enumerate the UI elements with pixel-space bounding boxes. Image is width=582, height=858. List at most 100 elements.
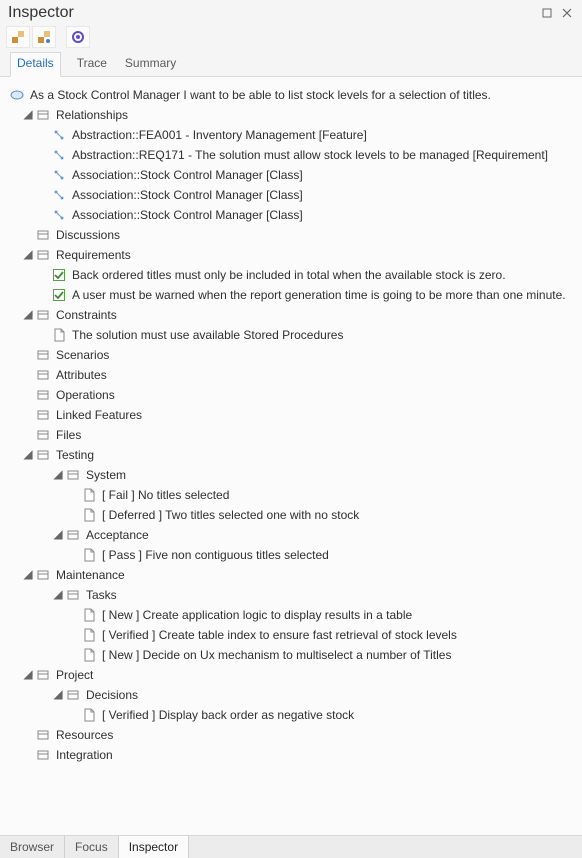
relationship-item[interactable]: Association::Stock Control Manager [Clas… bbox=[6, 165, 576, 185]
expander-icon[interactable]: ◢ bbox=[52, 687, 64, 701]
expander-icon[interactable]: ◢ bbox=[22, 107, 34, 121]
relationships-label: Relationships bbox=[56, 108, 128, 122]
check-icon bbox=[52, 268, 66, 282]
link-icon bbox=[52, 188, 66, 202]
relationships-node[interactable]: ◢ Relationships bbox=[6, 105, 576, 125]
document-icon bbox=[82, 648, 96, 662]
window-title: Inspector bbox=[8, 4, 536, 22]
usecase-icon bbox=[10, 88, 24, 102]
bottom-tab-focus[interactable]: Focus bbox=[65, 836, 119, 858]
root-label: As a Stock Control Manager I want to be … bbox=[30, 88, 491, 102]
maintenance-node[interactable]: ◢ Maintenance bbox=[6, 565, 576, 585]
document-icon bbox=[82, 508, 96, 522]
maximize-button[interactable] bbox=[538, 5, 556, 21]
folder-icon bbox=[66, 468, 80, 482]
linked-features-node[interactable]: Linked Features bbox=[6, 405, 576, 425]
toolbar-button-1[interactable] bbox=[6, 26, 30, 48]
tab-trace[interactable]: Trace bbox=[75, 52, 109, 76]
link-icon bbox=[52, 148, 66, 162]
close-button[interactable] bbox=[558, 5, 576, 21]
document-icon bbox=[82, 708, 96, 722]
expander-icon[interactable]: ◢ bbox=[22, 567, 34, 581]
expander-icon[interactable]: ◢ bbox=[52, 467, 64, 481]
attributes-node[interactable]: Attributes bbox=[6, 365, 576, 385]
document-icon bbox=[52, 328, 66, 342]
maximize-icon bbox=[542, 8, 552, 18]
folder-icon bbox=[36, 668, 50, 682]
folder-icon bbox=[36, 308, 50, 322]
relationship-item[interactable]: Abstraction::FEA001 - Inventory Manageme… bbox=[6, 125, 576, 145]
relationship-item[interactable]: Association::Stock Control Manager [Clas… bbox=[6, 185, 576, 205]
toolbar-button-2[interactable] bbox=[32, 26, 56, 48]
top-tab-bar: Details Trace Summary bbox=[0, 52, 582, 77]
link-icon bbox=[52, 168, 66, 182]
folder-icon bbox=[36, 248, 50, 262]
root-item[interactable]: As a Stock Control Manager I want to be … bbox=[6, 85, 576, 105]
integration-node[interactable]: Integration bbox=[6, 745, 576, 765]
test-item[interactable]: [ Pass ] Five non contiguous titles sele… bbox=[6, 545, 576, 565]
folder-icon bbox=[36, 568, 50, 582]
scenarios-node[interactable]: Scenarios bbox=[6, 345, 576, 365]
decisions-node[interactable]: ◢ Decisions bbox=[6, 685, 576, 705]
document-icon bbox=[82, 548, 96, 562]
toolbar-button-3[interactable] bbox=[66, 26, 90, 48]
tab-details[interactable]: Details bbox=[10, 52, 61, 77]
bottom-tab-bar: Browser Focus Inspector bbox=[0, 835, 582, 858]
folder-icon bbox=[66, 588, 80, 602]
decision-item[interactable]: [ Verified ] Display back order as negat… bbox=[6, 705, 576, 725]
task-item[interactable]: [ Verified ] Create table index to ensur… bbox=[6, 625, 576, 645]
folder-icon bbox=[36, 108, 50, 122]
check-icon bbox=[52, 288, 66, 302]
document-icon bbox=[82, 628, 96, 642]
relationship-item[interactable]: Association::Stock Control Manager [Clas… bbox=[6, 205, 576, 225]
test-item[interactable]: [ Fail ] No titles selected bbox=[6, 485, 576, 505]
relationship-item[interactable]: Abstraction::REQ171 - The solution must … bbox=[6, 145, 576, 165]
test-item[interactable]: [ Deferred ] Two titles selected one wit… bbox=[6, 505, 576, 525]
document-icon bbox=[82, 608, 96, 622]
folder-icon bbox=[36, 228, 50, 242]
project-node[interactable]: ◢ Project bbox=[6, 665, 576, 685]
constraints-node[interactable]: ◢ Constraints bbox=[6, 305, 576, 325]
model-alt-icon bbox=[37, 30, 51, 44]
folder-icon bbox=[36, 448, 50, 462]
expander-icon[interactable]: ◢ bbox=[22, 307, 34, 321]
folder-icon bbox=[36, 348, 50, 362]
task-item[interactable]: [ New ] Decide on Ux mechanism to multis… bbox=[6, 645, 576, 665]
tab-summary[interactable]: Summary bbox=[123, 52, 178, 76]
refresh-icon bbox=[71, 30, 85, 44]
link-icon bbox=[52, 128, 66, 142]
link-icon bbox=[52, 208, 66, 222]
titlebar: Inspector bbox=[0, 0, 582, 24]
folder-icon bbox=[66, 528, 80, 542]
folder-icon bbox=[36, 428, 50, 442]
tasks-node[interactable]: ◢ Tasks bbox=[6, 585, 576, 605]
tree-content: As a Stock Control Manager I want to be … bbox=[0, 77, 582, 835]
expander-icon[interactable]: ◢ bbox=[52, 527, 64, 541]
operations-node[interactable]: Operations bbox=[6, 385, 576, 405]
close-icon bbox=[562, 8, 572, 18]
document-icon bbox=[82, 488, 96, 502]
testing-system-node[interactable]: ◢ System bbox=[6, 465, 576, 485]
folder-icon bbox=[66, 688, 80, 702]
bottom-tab-browser[interactable]: Browser bbox=[0, 836, 65, 858]
discussions-node[interactable]: Discussions bbox=[6, 225, 576, 245]
folder-icon bbox=[36, 748, 50, 762]
task-item[interactable]: [ New ] Create application logic to disp… bbox=[6, 605, 576, 625]
expander-icon[interactable]: ◢ bbox=[22, 667, 34, 681]
constraint-item[interactable]: The solution must use available Stored P… bbox=[6, 325, 576, 345]
model-icon bbox=[11, 30, 25, 44]
bottom-tab-inspector[interactable]: Inspector bbox=[119, 836, 189, 858]
files-node[interactable]: Files bbox=[6, 425, 576, 445]
testing-node[interactable]: ◢ Testing bbox=[6, 445, 576, 465]
folder-icon bbox=[36, 388, 50, 402]
expander-icon[interactable]: ◢ bbox=[22, 247, 34, 261]
expander-icon[interactable]: ◢ bbox=[22, 447, 34, 461]
resources-node[interactable]: Resources bbox=[6, 725, 576, 745]
requirements-node[interactable]: ◢ Requirements bbox=[6, 245, 576, 265]
folder-icon bbox=[36, 728, 50, 742]
requirement-item[interactable]: A user must be warned when the report ge… bbox=[6, 285, 576, 305]
toolbar bbox=[0, 24, 582, 52]
testing-acceptance-node[interactable]: ◢ Acceptance bbox=[6, 525, 576, 545]
expander-icon[interactable]: ◢ bbox=[52, 587, 64, 601]
requirement-item[interactable]: Back ordered titles must only be include… bbox=[6, 265, 576, 285]
